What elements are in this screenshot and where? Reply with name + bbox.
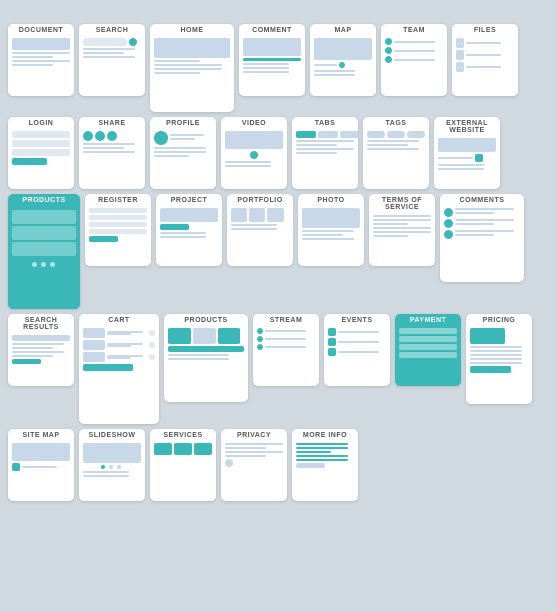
card-cart[interactable]: CaRT [79, 314, 159, 424]
card-label-share: SHARE [96, 117, 127, 129]
card-slideshow[interactable]: SLIDESHOW [79, 429, 145, 501]
card-more-info[interactable]: MORE INFO [292, 429, 358, 501]
card-home[interactable]: HOME [150, 24, 234, 112]
card-comment[interactable]: COMMENT [239, 24, 305, 96]
card-project[interactable]: PROJECT [156, 194, 222, 266]
card-label-project: PROJECT [169, 194, 210, 206]
card-document[interactable]: DOCUMENT [8, 24, 74, 96]
card-grid: DOCUMENT SEARCH HOME COMMENT MAP TEAM FILES LOG… [0, 20, 557, 509]
card-photo[interactable]: PHOTO [298, 194, 364, 266]
card-label-site-map: SITE MAP [20, 429, 61, 441]
card-label-external-website: EXTERNAL WEBSITE [434, 117, 500, 136]
card-label-privacy: PRIVACY [235, 429, 273, 441]
card-products2[interactable]: PRODUCTS [164, 314, 248, 402]
card-label-products: PRODUCTS [20, 194, 67, 206]
card-label-home: HOME [179, 24, 206, 36]
card-label-portfolio: PORTFOLIO [235, 194, 284, 206]
page-title [0, 0, 557, 20]
card-team[interactable]: TEAM [381, 24, 447, 96]
card-search[interactable]: SEARCH [79, 24, 145, 96]
card-products[interactable]: PRODUCTS [8, 194, 80, 309]
card-payment[interactable]: PAYMENT [395, 314, 461, 386]
card-label-cart: CaRT [106, 314, 131, 326]
card-events[interactable]: EVENTS [324, 314, 390, 386]
card-stream[interactable]: STREAM [253, 314, 319, 386]
card-label-register: REGISTER [96, 194, 140, 206]
card-label-tags: TAGS [384, 117, 409, 129]
card-label-photo: PHOTO [315, 194, 346, 206]
card-files[interactable]: FILES [452, 24, 518, 96]
card-label-slideshow: SLIDESHOW [87, 429, 138, 441]
card-label-comment: COMMENT [250, 24, 294, 36]
card-register[interactable]: REGISTER [85, 194, 151, 266]
card-video[interactable]: VIDEO [221, 117, 287, 189]
card-label-video: VIDEO [240, 117, 268, 129]
card-label-terms-of-service: TERMS OF SERVICE [369, 194, 435, 213]
card-share[interactable]: SHARE [79, 117, 145, 189]
card-terms-of-service[interactable]: TERMS OF SERVICE [369, 194, 435, 266]
card-label-products2: PRODUCTS [182, 314, 229, 326]
card-map[interactable]: MAP [310, 24, 376, 96]
card-comments[interactable]: COMMENTS [440, 194, 524, 282]
card-label-events: EVENTS [339, 314, 374, 326]
card-label-files: FILES [472, 24, 498, 36]
card-login[interactable]: LOGIN [8, 117, 74, 189]
card-profile[interactable]: PROFILE [150, 117, 216, 189]
card-label-profile: PROFILE [164, 117, 202, 129]
card-privacy[interactable]: PRIVACY [221, 429, 287, 501]
card-label-document: DOCUMENT [17, 24, 65, 36]
card-label-search-results: SEARCH RESULTS [8, 314, 74, 333]
card-label-stream: STREAM [268, 314, 305, 326]
card-label-more-info: MORE INFO [301, 429, 349, 441]
card-tabs[interactable]: TABS [292, 117, 358, 189]
card-services[interactable]: ServICES [150, 429, 216, 501]
card-external-website[interactable]: EXTERNAL WEBSITE [434, 117, 500, 189]
card-label-team: TEAM [401, 24, 427, 36]
card-label-pricing: PRICING [481, 314, 518, 326]
card-label-comments: COMMENTS [458, 194, 507, 206]
card-site-map[interactable]: SITE MAP [8, 429, 74, 501]
card-label-login: LOGIN [27, 117, 56, 129]
card-tags[interactable]: TAGS [363, 117, 429, 189]
card-portfolio[interactable]: PORTFOLIO [227, 194, 293, 266]
card-label-services: ServICES [161, 429, 204, 441]
card-label-payment: PAYMENT [408, 314, 449, 326]
card-label-map: MAP [332, 24, 353, 36]
card-search-results[interactable]: SEARCH RESULTS [8, 314, 74, 386]
card-label-search: SEARCH [94, 24, 131, 36]
card-pricing[interactable]: PRICING [466, 314, 532, 404]
card-label-tabs: TABS [313, 117, 338, 129]
